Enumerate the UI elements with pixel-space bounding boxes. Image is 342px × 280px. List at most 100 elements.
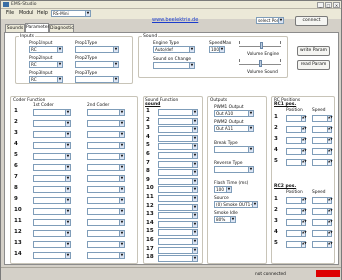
prop2-input-select[interactable]: RC ▼ — [29, 61, 63, 68]
coder1-select[interactable]: ▼ — [33, 241, 71, 248]
spinner-arrows-icon[interactable]: ▲▼ — [327, 116, 333, 121]
volume-engine-slider[interactable] — [239, 40, 281, 52]
position-spinner[interactable]: ▲▼ — [286, 126, 307, 133]
reverse-type-select[interactable]: ▼ — [214, 166, 254, 173]
tab-parameter[interactable]: Parameter — [25, 23, 49, 32]
coder1-select[interactable]: ▼ — [33, 208, 71, 215]
spinner-arrows-icon[interactable]: ▲▼ — [301, 198, 307, 203]
source-select[interactable]: (0) Smoke OUT1+0 ▼ — [214, 201, 258, 208]
spinner-arrows-icon[interactable]: ▲▼ — [327, 127, 333, 132]
position-spinner[interactable]: ▲▼ — [286, 159, 307, 166]
coder2-select[interactable]: ▼ — [87, 241, 125, 248]
spinner-arrows-icon[interactable]: ▲▼ — [327, 242, 333, 247]
sound-select[interactable]: ▼ — [158, 152, 198, 159]
prop3-type-select[interactable]: ▼ — [75, 76, 119, 83]
coder1-select[interactable]: ▼ — [33, 120, 71, 127]
position-spinner[interactable]: ▲▼ — [286, 148, 307, 155]
product-select[interactable]: RS-Mini ▼ — [51, 10, 91, 17]
coder1-select[interactable]: ▼ — [33, 252, 71, 259]
website-link[interactable]: www.beelektrix.de — [152, 17, 198, 23]
spinner-arrows-icon[interactable]: ▲▼ — [301, 160, 307, 165]
position-spinner[interactable]: ▲▼ — [286, 197, 307, 204]
spinner-arrows-icon[interactable]: ▲▼ — [327, 220, 333, 225]
position-spinner[interactable]: ▲▼ — [286, 115, 307, 122]
menu-help[interactable]: Help — [37, 11, 48, 16]
coder2-select[interactable]: ▼ — [87, 142, 125, 149]
engine-type-select[interactable]: Auto/def ▼ — [153, 46, 195, 53]
sound-select[interactable]: ▼ — [158, 160, 198, 168]
speed-spinner[interactable]: ▲▼ — [312, 126, 333, 133]
prop2-type-select[interactable]: ▼ — [75, 61, 119, 68]
slider-thumb[interactable] — [258, 60, 262, 67]
connect-button[interactable]: connect — [295, 16, 328, 26]
smoke-idle-select[interactable]: 80% ▼ — [214, 216, 236, 223]
speed-spinner[interactable]: ▲▼ — [312, 230, 333, 237]
coder1-select[interactable]: ▼ — [33, 175, 71, 182]
sound-select[interactable]: ▼ — [158, 220, 198, 228]
spinner-arrows-icon[interactable]: ▲▼ — [301, 138, 307, 143]
coder2-select[interactable]: ▼ — [87, 230, 125, 237]
sound-select[interactable]: ▼ — [158, 203, 198, 211]
read-param-button[interactable]: read Param — [297, 60, 330, 70]
coder2-select[interactable]: ▼ — [87, 153, 125, 160]
menu-modul[interactable]: Modul — [19, 11, 34, 16]
coder1-select[interactable]: ▼ — [33, 109, 71, 116]
coder1-select[interactable]: ▼ — [33, 186, 71, 193]
maximize-button[interactable]: □ — [325, 2, 332, 8]
speed-spinner[interactable]: ▲▼ — [312, 115, 333, 122]
coder2-select[interactable]: ▼ — [87, 186, 125, 193]
sound-select[interactable]: ▼ — [158, 109, 198, 116]
spinner-arrows-icon[interactable]: ▲▼ — [327, 138, 333, 143]
sound-select[interactable]: ▼ — [158, 246, 198, 254]
coder2-select[interactable]: ▼ — [87, 208, 125, 215]
sound-select[interactable]: ▼ — [158, 169, 198, 177]
position-spinner[interactable]: ▲▼ — [286, 137, 307, 144]
prop1-input-select[interactable]: RC ▼ — [29, 46, 63, 53]
coder1-select[interactable]: ▼ — [33, 153, 71, 160]
spinner-arrows-icon[interactable]: ▲▼ — [327, 160, 333, 165]
speed-spinner[interactable]: ▲▼ — [312, 137, 333, 144]
volume-sound-slider[interactable] — [239, 58, 281, 70]
menu-file[interactable]: File — [6, 11, 14, 16]
sound-select[interactable]: ▼ — [158, 117, 198, 125]
coder2-select[interactable]: ▼ — [87, 131, 125, 138]
sound-select[interactable]: ▼ — [158, 126, 198, 134]
sound-select[interactable]: ▼ — [158, 212, 198, 220]
tab-sounds[interactable]: Sounds — [5, 24, 25, 32]
spinner-arrows-icon[interactable]: ▲▼ — [301, 127, 307, 132]
write-param-button[interactable]: write Param — [297, 46, 330, 56]
sound-select[interactable]: ▼ — [158, 195, 198, 202]
pwm1-output-select[interactable]: Out A10 ▼ — [214, 110, 254, 117]
pwm2-output-select[interactable]: Out A11 ▼ — [214, 125, 254, 132]
speed-spinner[interactable]: ▲▼ — [312, 219, 333, 226]
port-select[interactable]: select Port ▼ — [256, 17, 284, 24]
speedmax-select[interactable]: 100 ▼ — [209, 46, 225, 53]
sound-select[interactable]: ▼ — [158, 229, 198, 237]
coder1-select[interactable]: ▼ — [33, 230, 71, 237]
position-spinner[interactable]: ▲▼ — [286, 208, 307, 215]
tab-diagnostic[interactable]: Diagnostic — [49, 24, 74, 32]
spinner-arrows-icon[interactable]: ▲▼ — [327, 231, 333, 236]
coder2-select[interactable]: ▼ — [87, 252, 125, 259]
sound-select[interactable]: ▼ — [158, 238, 198, 245]
sound-on-change-select[interactable]: ▼ — [153, 62, 195, 69]
position-spinner[interactable]: ▲▼ — [286, 230, 307, 237]
prop3-input-select[interactable]: RC ▼ — [29, 76, 63, 83]
position-spinner[interactable]: ▲▼ — [286, 219, 307, 226]
coder2-select[interactable]: ▼ — [87, 197, 125, 204]
speed-spinner[interactable]: ▲▼ — [312, 241, 333, 248]
coder1-select[interactable]: ▼ — [33, 142, 71, 149]
speed-spinner[interactable]: ▲▼ — [312, 208, 333, 215]
coder1-select[interactable]: ▼ — [33, 197, 71, 204]
coder1-select[interactable]: ▼ — [33, 131, 71, 138]
position-spinner[interactable]: ▲▼ — [286, 241, 307, 248]
coder2-select[interactable]: ▼ — [87, 109, 125, 116]
coder2-select[interactable]: ▼ — [87, 219, 125, 226]
coder2-select[interactable]: ▼ — [87, 164, 125, 171]
spinner-arrows-icon[interactable]: ▲▼ — [301, 149, 307, 154]
coder1-select[interactable]: ▼ — [33, 164, 71, 171]
speed-spinner[interactable]: ▲▼ — [312, 159, 333, 166]
spinner-arrows-icon[interactable]: ▲▼ — [301, 220, 307, 225]
speed-spinner[interactable]: ▲▼ — [312, 197, 333, 204]
spinner-arrows-icon[interactable]: ▲▼ — [327, 149, 333, 154]
